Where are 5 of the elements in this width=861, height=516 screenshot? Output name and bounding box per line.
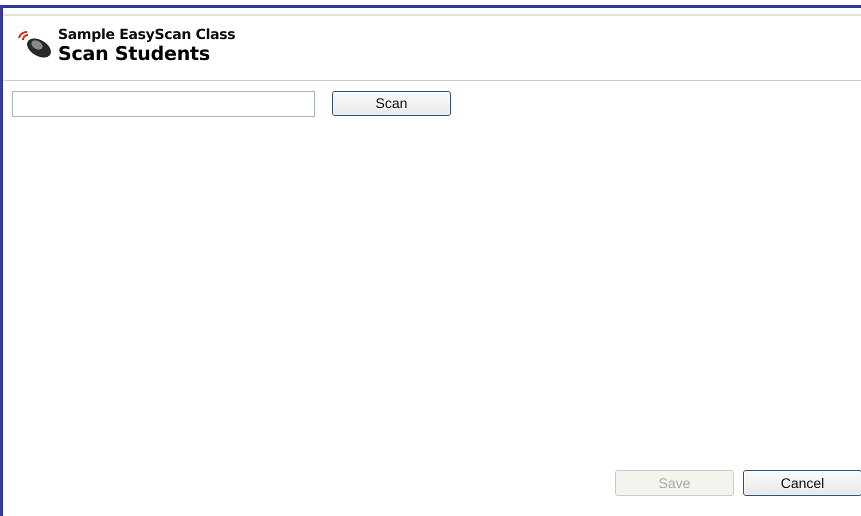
dialog-button[interactable]: Cancel — [743, 470, 861, 496]
page-title: Scan Students — [58, 43, 212, 65]
class-name: Sample EasyScan Class — [58, 27, 236, 43]
scan-button[interactable]: Scan — [332, 90, 451, 116]
scan-input-field[interactable] — [12, 91, 315, 117]
